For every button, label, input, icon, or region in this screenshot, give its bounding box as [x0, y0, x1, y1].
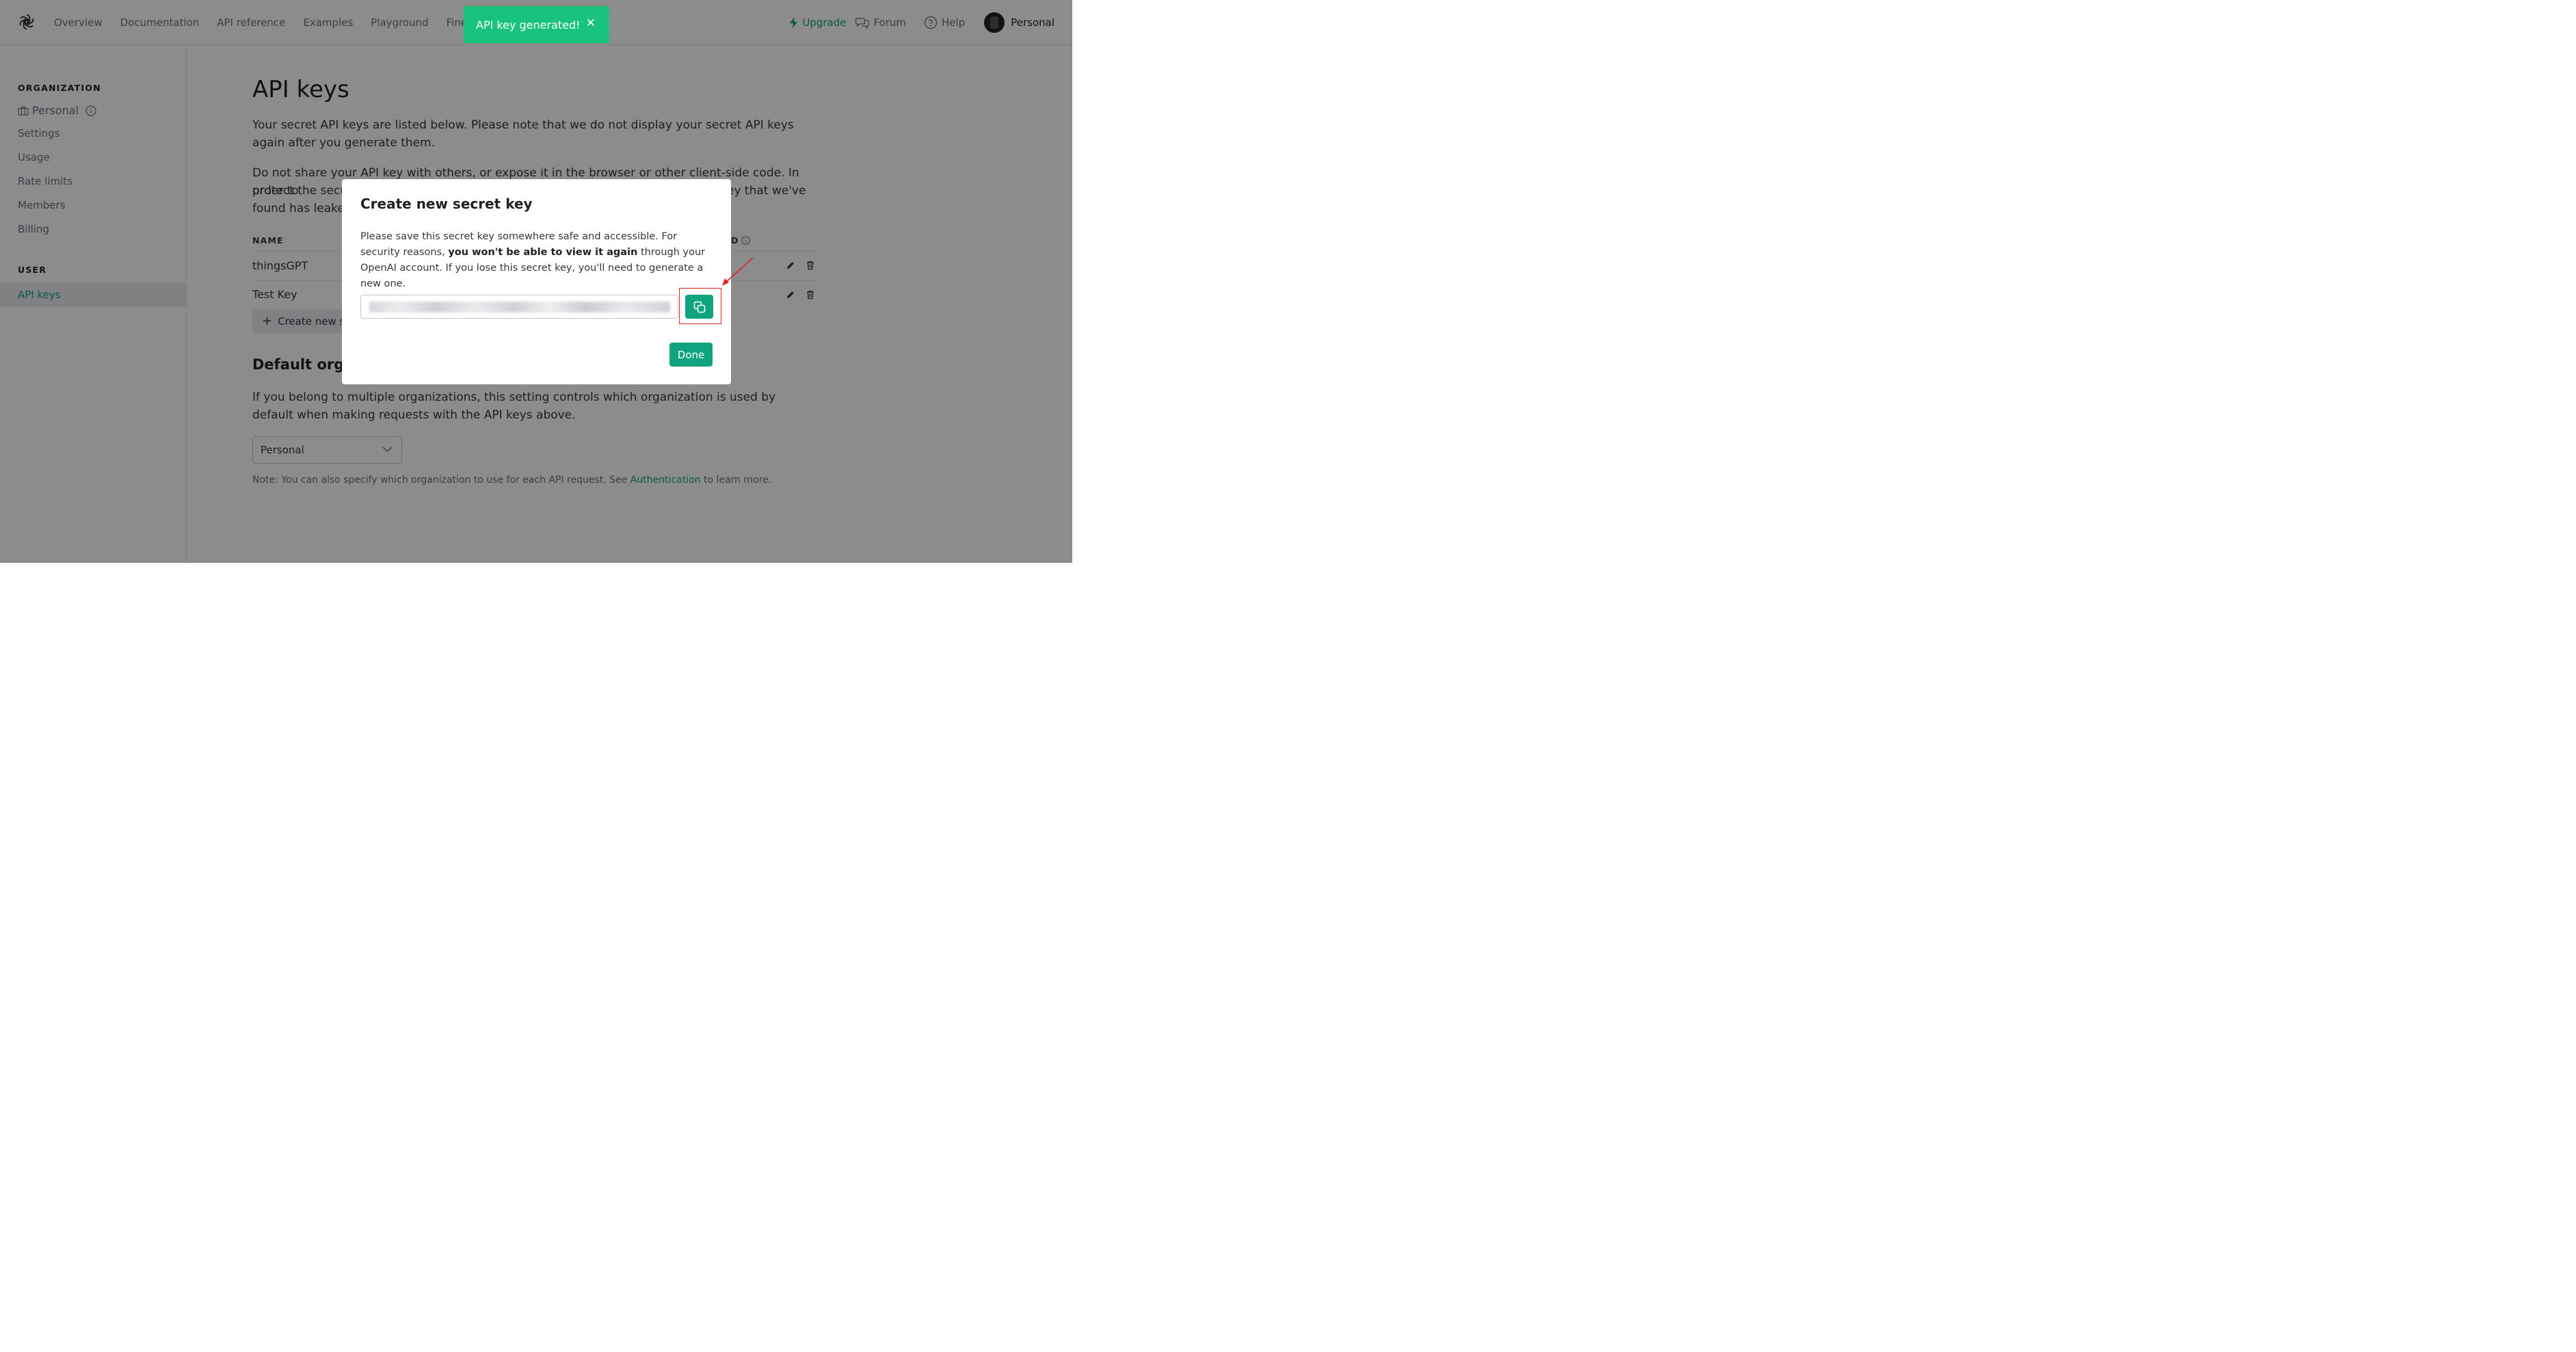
create-key-dialog: Create new secret key Please save this s…	[342, 179, 731, 384]
annotation-arrow-icon	[722, 257, 754, 286]
copy-key-button[interactable]	[685, 295, 713, 319]
success-toast: API key generated! ✕	[464, 6, 609, 43]
copy-icon	[693, 301, 705, 313]
secret-key-field[interactable]	[360, 295, 678, 319]
toast-message: API key generated!	[476, 18, 581, 31]
done-button[interactable]: Done	[669, 343, 713, 367]
dialog-body: Please save this secret key somewhere sa…	[360, 229, 716, 292]
dialog-body-bold: you won't be able to view it again	[448, 247, 638, 258]
close-icon[interactable]: ✕	[586, 16, 596, 30]
dialog-title: Create new secret key	[360, 196, 533, 212]
blurred-key-value	[369, 302, 670, 313]
